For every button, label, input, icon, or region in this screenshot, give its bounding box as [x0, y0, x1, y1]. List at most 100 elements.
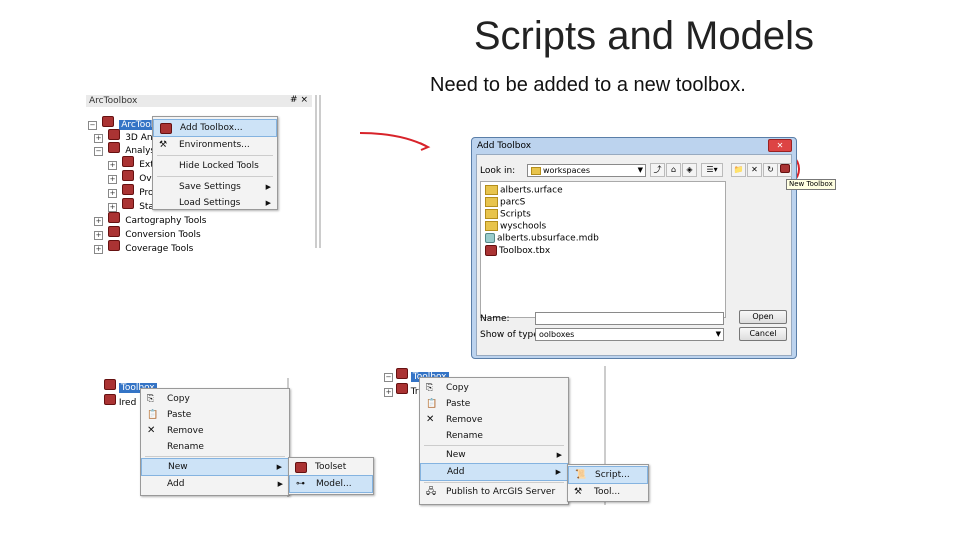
paste-icon: 📋: [147, 410, 159, 420]
chevron-down-icon: ▼: [637, 166, 643, 174]
hammer-icon: ⚒: [574, 487, 583, 497]
paste-icon: 📋: [426, 399, 438, 409]
menu-item-add[interactable]: Add ▶: [141, 476, 289, 492]
remove-icon: ✕: [147, 425, 156, 436]
file-list: alberts.urface parcS Scripts wyschools a…: [480, 181, 726, 318]
model-icon: ⊶: [296, 479, 305, 489]
panel-controls[interactable]: # ×: [290, 95, 308, 105]
menu-item-new[interactable]: New ▶: [420, 447, 568, 463]
menu-item-add-toolbox[interactable]: Add Toolbox...: [153, 119, 277, 137]
add-toolbox-icon: [160, 123, 172, 134]
database-icon: [485, 233, 495, 243]
hammer-icon: ⚒: [159, 140, 168, 150]
close-button[interactable]: ✕: [768, 139, 792, 152]
menu-separator: [157, 176, 273, 177]
file-list-item[interactable]: Toolbox.tbx: [485, 245, 550, 256]
toolbox-icon: [485, 245, 497, 256]
panel-title: ArcToolbox: [89, 96, 138, 106]
menu-item-copy[interactable]: ⎘ Copy: [420, 380, 568, 396]
menu-item-environments[interactable]: ⚒ Environments...: [153, 137, 277, 153]
panel-title-bar: ArcToolbox # ×: [86, 95, 312, 107]
expand-icon[interactable]: +: [384, 388, 393, 397]
name-input[interactable]: [535, 312, 724, 325]
look-in-label: Look in:: [480, 166, 516, 176]
script-icon: 📜: [575, 470, 587, 480]
menu-item-remove[interactable]: ✕ Remove: [420, 412, 568, 428]
menu-item-model[interactable]: ⊶ Model...: [289, 475, 373, 493]
menu-item-toolset[interactable]: Toolset: [289, 459, 373, 475]
type-label: Show of type:: [480, 330, 542, 340]
bottom-left-submenu: Toolset ⊶ Model...: [288, 457, 374, 495]
view-menu-icon[interactable]: ☰▾: [701, 163, 723, 177]
toolbox-icon: [108, 240, 121, 251]
toolbox-icon: [104, 394, 116, 405]
expand-icon[interactable]: −: [384, 373, 393, 382]
open-button[interactable]: Open: [739, 310, 787, 324]
delete-icon[interactable]: ✕: [747, 163, 762, 177]
look-in-select[interactable]: workspaces ▼: [527, 164, 646, 177]
up-folder-icon[interactable]: ⤴: [650, 163, 665, 177]
toolbox-icon: [395, 383, 408, 394]
file-list-item[interactable]: Scripts: [485, 209, 531, 220]
toolbox-icon: [104, 379, 116, 390]
toolbox-icon: [395, 368, 408, 379]
menu-separator: [157, 155, 273, 156]
chevron-right-icon: ▶: [265, 199, 271, 207]
chevron-down-icon: ▼: [715, 330, 721, 338]
type-select[interactable]: oolboxes ▼: [535, 328, 724, 341]
server-icon: 🖧: [426, 487, 437, 497]
chevron-right-icon: ▶: [555, 468, 561, 476]
chevron-right-icon: ▶: [556, 451, 562, 459]
chevron-right-icon: ▶: [276, 463, 282, 471]
remove-icon: ✕: [426, 414, 435, 425]
tree-item[interactable]: + Coverage Tools: [94, 236, 193, 255]
copy-icon: ⎘: [426, 383, 434, 393]
menu-separator: [424, 482, 564, 483]
folder-icon: [485, 209, 498, 219]
menu-item-save-settings[interactable]: Save Settings ▶: [153, 179, 277, 195]
bottom-left-context-menu: ⎘ Copy 📋 Paste ✕ Remove Rename New ▶ Add ▶: [140, 388, 290, 496]
file-list-item[interactable]: alberts.urface: [485, 185, 563, 196]
menu-item-new[interactable]: New ▶: [141, 458, 289, 476]
new-toolbox-tooltip: New Toolbox: [786, 179, 836, 190]
menu-item-paste[interactable]: 📋 Paste: [420, 396, 568, 412]
dialog-title: Add Toolbox: [477, 141, 532, 151]
chevron-right-icon: ▶: [265, 183, 271, 191]
file-list-item[interactable]: wyschools: [485, 221, 546, 232]
expand-icon[interactable]: −: [94, 147, 103, 156]
menu-separator: [424, 445, 564, 446]
menu-separator: [145, 456, 285, 457]
menu-item-script[interactable]: 📜 Script...: [568, 466, 648, 484]
menu-item-rename[interactable]: Rename: [141, 439, 289, 455]
context-menu: Add Toolbox... ⚒ Environments... Hide Loc…: [152, 116, 278, 210]
home-icon[interactable]: ⌂: [666, 163, 681, 177]
arctoolbox-panel: ArcToolbox # × − ArcToolbox + 3D Anal − …: [86, 95, 316, 254]
menu-item-load-settings[interactable]: Load Settings ▶: [153, 195, 277, 211]
file-list-item[interactable]: alberts.ubsurface.mdb: [485, 233, 599, 244]
new-toolbox-icon[interactable]: [777, 163, 792, 177]
folder-icon: [485, 221, 498, 231]
menu-item-hide-locked[interactable]: Hide Locked Tools: [153, 158, 277, 174]
menu-item-tool[interactable]: ⚒ Tool...: [568, 484, 648, 500]
menu-item-publish[interactable]: 🖧 Publish to ArcGIS Server: [420, 484, 568, 500]
chevron-right-icon: ▶: [277, 480, 283, 488]
arrow-to-dialog: [359, 132, 427, 147]
cancel-button[interactable]: Cancel: [739, 327, 787, 341]
connect-folder-icon[interactable]: 📁: [731, 163, 746, 177]
catalog-icon[interactable]: ◈: [682, 163, 697, 177]
menu-item-rename[interactable]: Rename: [420, 428, 568, 444]
add-toolbox-dialog: Add Toolbox ✕ Look in: workspaces ▼ ⤴ ⌂ ◈…: [471, 137, 797, 359]
folder-icon: [485, 197, 498, 207]
copy-icon: ⎘: [147, 394, 155, 404]
menu-item-paste[interactable]: 📋 Paste: [141, 407, 289, 423]
refresh-icon[interactable]: ↻: [763, 163, 778, 177]
bottom-right-context-menu: ⎘ Copy 📋 Paste ✕ Remove Rename New ▶ Add ▶ 🖧 P…: [419, 377, 569, 505]
folder-icon: [531, 166, 541, 175]
file-list-item[interactable]: parcS: [485, 197, 525, 208]
expand-icon[interactable]: +: [94, 245, 103, 254]
menu-item-add[interactable]: Add ▶: [420, 463, 568, 481]
menu-item-copy[interactable]: ⎘ Copy: [141, 391, 289, 407]
menu-item-remove[interactable]: ✕ Remove: [141, 423, 289, 439]
dialog-body: Look in: workspaces ▼ ⤴ ⌂ ◈ ☰▾ 📁 ✕ ↻ albe…: [476, 154, 792, 356]
folder-icon: [485, 185, 498, 195]
